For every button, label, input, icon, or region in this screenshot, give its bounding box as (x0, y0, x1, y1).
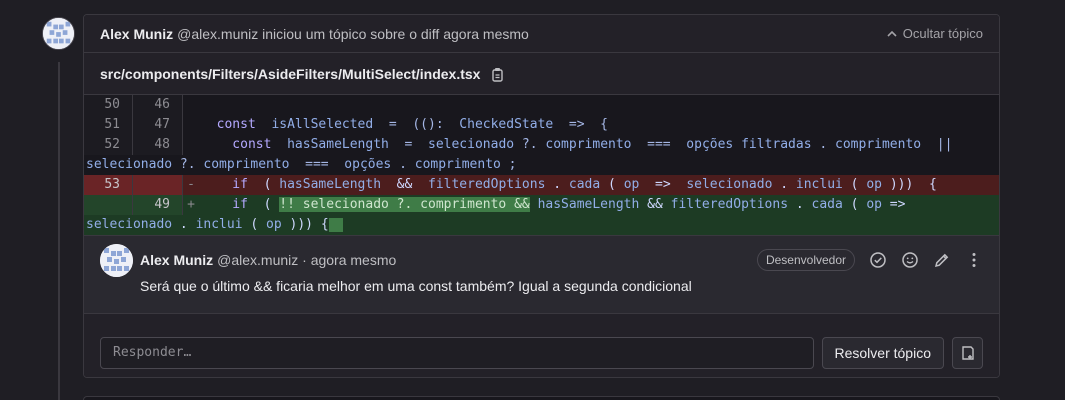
diff-sign (183, 135, 199, 155)
new-line-number[interactable] (133, 175, 183, 195)
diff-row-added: 49 + if ( !! selecionado ?. comprimento … (84, 195, 999, 215)
hide-thread-label: Ocultar tópico (902, 26, 983, 41)
code-line: if ( !! selecionado ?. comprimento && ha… (201, 197, 906, 212)
comment: Alex Muniz @alex.muniz · agora mesmo Des… (84, 235, 999, 313)
code-line: if ( hasSameLength && filteredOptions . … (201, 177, 937, 192)
hide-thread-toggle[interactable]: Ocultar tópico (887, 26, 983, 41)
diff-row: 51 47 const isAllSelected = ((): Checked… (84, 115, 999, 135)
old-line-number[interactable] (84, 195, 133, 215)
file-header: src/components/Filters/AsideFilters/Mult… (84, 53, 999, 95)
thread-header: Alex Muniz @alex.muniz iniciou um tópico… (84, 15, 999, 53)
old-line-number[interactable]: 50 (84, 95, 133, 115)
file-path[interactable]: src/components/Filters/AsideFilters/Mult… (100, 66, 480, 82)
avatar[interactable] (42, 17, 75, 50)
smiley-icon[interactable] (901, 251, 919, 269)
diff-sign (183, 95, 199, 115)
reply-area: Resolver tópico (84, 313, 999, 377)
code-line: const hasSameLength = selecionado ?. com… (201, 137, 953, 152)
thread-meta: @alex.muniz iniciou um tópico sobre o di… (177, 25, 529, 42)
pencil-icon[interactable] (933, 251, 951, 269)
discussion-thread: Alex Muniz @alex.muniz iniciou um tópico… (83, 14, 1000, 378)
code-line: selecionado . inclui ( op ))) { (84, 215, 999, 235)
issue-icon (961, 345, 974, 360)
diff-row-wrap: selecionado ?. comprimento === opções . … (84, 155, 999, 175)
old-line-number[interactable]: 53 (84, 175, 133, 195)
new-line-number[interactable]: 48 (133, 135, 183, 155)
old-line-number[interactable]: 52 (84, 135, 133, 155)
new-line-number[interactable]: 47 (133, 115, 183, 135)
create-issue-button[interactable] (952, 336, 983, 369)
new-line-number[interactable]: 46 (133, 95, 183, 115)
diff-sign: - (187, 177, 195, 192)
code-line: selecionado ?. comprimento === opções . … (86, 157, 517, 172)
comment-header: Alex Muniz @alex.muniz · agora mesmo Des… (140, 246, 983, 274)
thread-author[interactable]: Alex Muniz (100, 26, 173, 42)
diff-sign (183, 115, 199, 135)
role-badge: Desenvolvedor (756, 249, 855, 271)
next-thread-card (83, 396, 1000, 400)
timeline-line (58, 62, 60, 400)
chevron-up-icon (887, 30, 897, 37)
old-line-number[interactable]: 51 (84, 115, 133, 135)
diff-view: 50 46 51 47 const isAllSelected = ((): C… (84, 95, 999, 235)
diff-row: 52 48 const hasSameLength = selecionado … (84, 135, 999, 155)
kebab-icon[interactable] (965, 251, 983, 269)
resolve-thread-button[interactable]: Resolver tópico (821, 336, 944, 369)
diff-sign: + (187, 197, 195, 212)
code-line: const isAllSelected = ((): CheckedState … (201, 117, 609, 132)
comment-body: Será que o último && ficaria melhor em u… (140, 278, 692, 294)
comment-author[interactable]: Alex Muniz (140, 252, 213, 268)
comment-meta: @alex.muniz · agora mesmo (217, 252, 397, 268)
diff-row-added-wrap: selecionado . inclui ( op ))) { (84, 215, 999, 235)
copy-icon[interactable] (490, 66, 504, 82)
diff-row-removed: 53 - if ( hasSameLength && filteredOptio… (84, 175, 999, 195)
diff-row: 50 46 (84, 95, 999, 115)
new-line-number[interactable]: 49 (133, 195, 183, 215)
reply-input[interactable] (100, 336, 814, 369)
comment-actions (869, 251, 983, 269)
avatar[interactable] (100, 244, 133, 277)
check-circle-icon[interactable] (869, 251, 887, 269)
